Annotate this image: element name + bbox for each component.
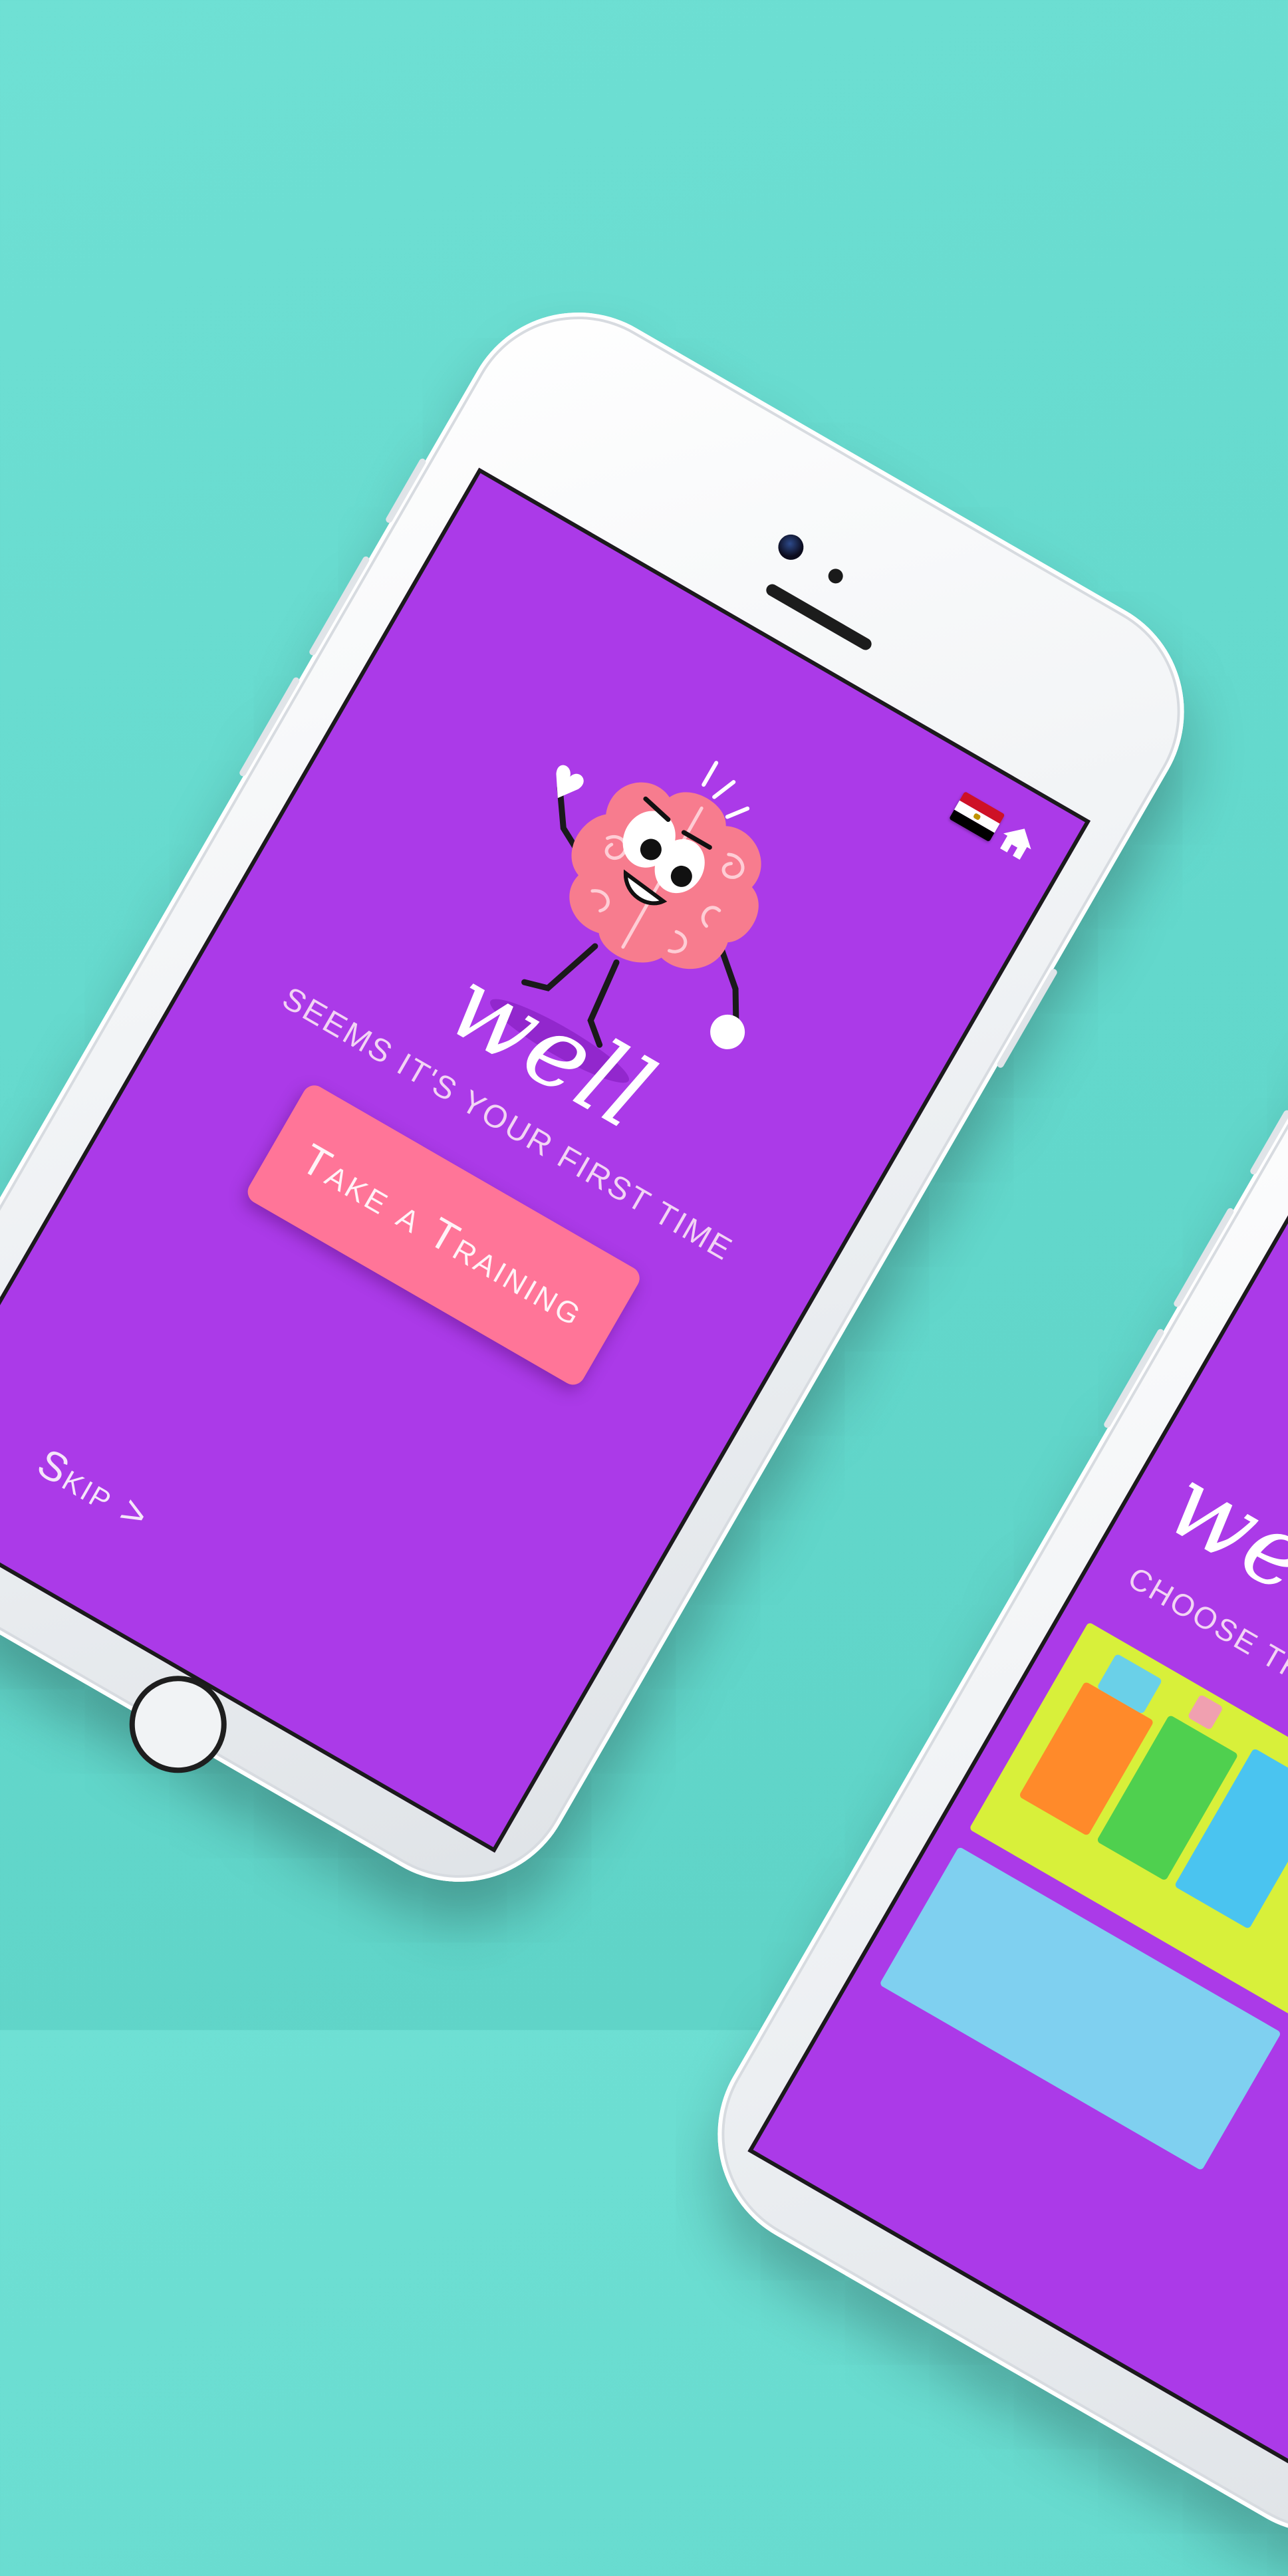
mute-switch [1249, 1108, 1288, 1176]
app-showcase: well Seems it's your first time Take a T… [0, 0, 1288, 2576]
proximity-sensor [825, 566, 846, 586]
volume-up-button [308, 555, 371, 657]
volume-down-button [238, 676, 301, 778]
mute-switch [384, 457, 428, 525]
volume-down-button [1102, 1327, 1166, 1430]
volume-up-button [1172, 1207, 1235, 1309]
welcome-screen: well Seems it's your first time Take a T… [0, 467, 1091, 1853]
power-button [995, 967, 1059, 1069]
skip-link[interactable]: Skip > [29, 1440, 158, 1541]
character-portrait [1187, 1694, 1224, 1731]
front-camera [773, 529, 809, 565]
egypt-flag-icon[interactable] [948, 791, 1005, 842]
